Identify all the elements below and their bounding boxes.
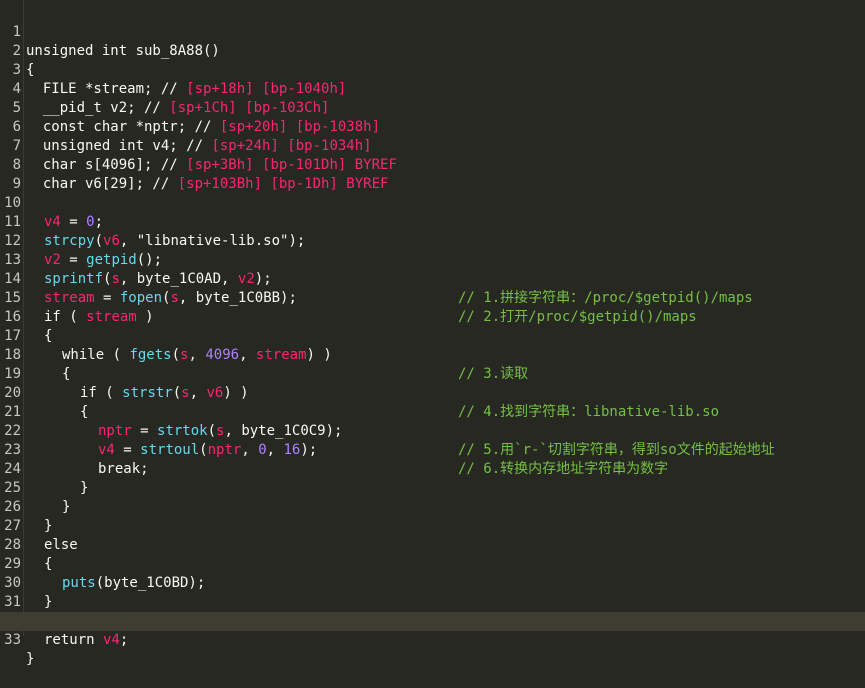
code-line[interactable]: 25 } [0, 460, 865, 515]
variable: v4 [103, 632, 120, 648]
code-line[interactable]: 16 { [0, 289, 865, 344]
code-line[interactable]: 27 else [0, 498, 865, 553]
code-line[interactable]: 2 { [0, 23, 865, 78]
punctuation: ; [119, 632, 129, 648]
code-line[interactable]: 13 sprintf(s, byte_1C0AD, v2); // 1.拼接字符… [0, 232, 865, 306]
code-line[interactable]: 10 v4 = 0; [0, 175, 865, 230]
code-line[interactable]: 22 v4 = strtoul(nptr, 0, 16); // 6.转换内存地… [0, 403, 865, 477]
brace: } [26, 651, 35, 667]
code-line[interactable]: 7 char s[4096]; // [sp+3Bh] [bp-101Dh] B… [0, 118, 865, 173]
punctuation [95, 632, 103, 648]
code-line[interactable]: 15 if ( stream ) [0, 270, 865, 325]
code-line[interactable]: 23 break; [0, 422, 865, 477]
code-line[interactable]: 18 { [0, 327, 865, 382]
code-editor[interactable]: 1 unsigned int sub_8A88() 2 { 3 FILE *st… [0, 0, 865, 667]
code-line[interactable]: 26 } [0, 479, 865, 534]
code-line[interactable]: 31 fclose(stream); [0, 574, 865, 629]
code-line[interactable]: 1 unsigned int sub_8A88() [0, 4, 865, 59]
code-line[interactable]: 24 } [0, 441, 865, 496]
code-line[interactable]: 12 v2 = getpid(); [0, 213, 865, 268]
code-line[interactable]: 29 puts(byte_1C0BD); [0, 536, 865, 591]
code-line[interactable]: 32 return v4; [0, 593, 865, 648]
code-line[interactable]: 17 while ( fgets(s, 4096, stream) ) // 3… [0, 308, 865, 382]
active-code-line[interactable]: 33 } [0, 612, 865, 667]
code-line[interactable]: 14 stream = fopen(s, byte_1C0BB); // 2.打… [0, 251, 865, 325]
code-line[interactable]: 20 { [0, 365, 865, 420]
code-line[interactable]: 11 strcpy(v6, "libnative-lib.so"); [0, 194, 865, 249]
line-number: 33 [4, 632, 21, 648]
code-line[interactable]: 5 const char *nptr; // [sp+20h] [bp-1038… [0, 80, 865, 135]
code-line[interactable]: 28 { [0, 517, 865, 572]
code-line[interactable]: 4 __pid_t v2; // [sp+1Ch] [bp-103Ch] [0, 61, 865, 116]
keyword: return [44, 632, 95, 648]
code-line[interactable]: 30 } [0, 555, 865, 610]
code-line[interactable]: 19 if ( strstr(s, v6) ) // 4.找到字符串：libna… [0, 346, 865, 420]
code-line[interactable]: 21 nptr = strtok(s, byte_1C0C9); // 5.用`… [0, 384, 865, 458]
code-line[interactable]: 6 unsigned int v4; // [sp+24h] [bp-1034h… [0, 99, 865, 154]
code-line[interactable]: 3 FILE *stream; // [sp+18h] [bp-1040h] [0, 42, 865, 97]
code-line[interactable]: 9 [0, 156, 865, 192]
code-line[interactable]: 8 char v6[29]; // [sp+103Bh] [bp-1Dh] BY… [0, 137, 865, 192]
